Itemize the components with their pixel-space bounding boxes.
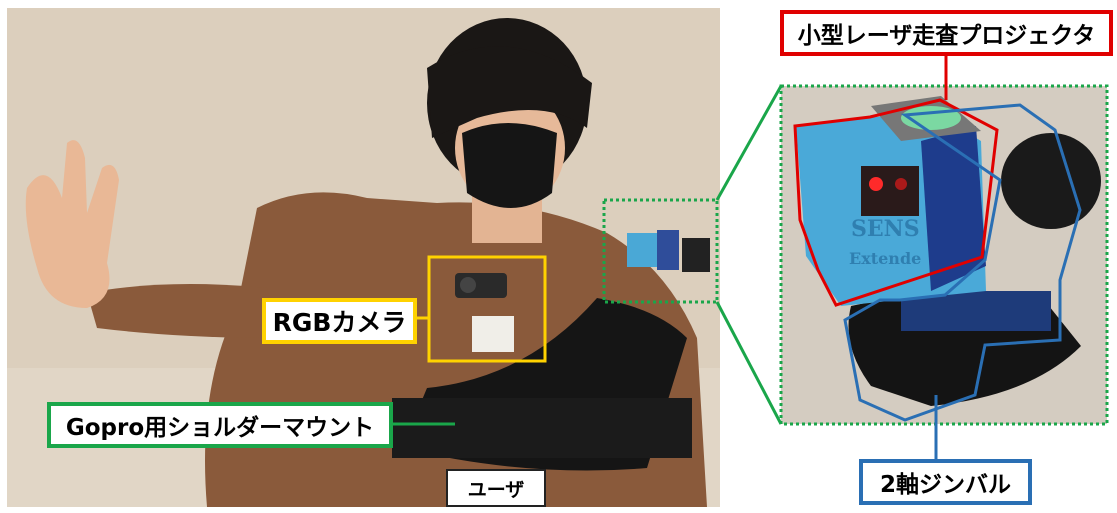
rgb-camera-highlight xyxy=(427,255,547,363)
rgb-camera-label: RGBカメラ xyxy=(262,298,417,344)
shoulder-mount-label: Gopro用ショルダーマウント xyxy=(47,402,393,448)
projector-label: 小型レーザ走査プロジェクタ xyxy=(780,10,1113,56)
gimbal-label: 2軸ジンバル xyxy=(859,459,1032,505)
zoom-connector-bottom xyxy=(715,301,783,425)
user-label: ユーザ xyxy=(446,469,546,507)
zoom-source-box xyxy=(602,198,719,304)
zoom-connector-top xyxy=(715,85,783,201)
